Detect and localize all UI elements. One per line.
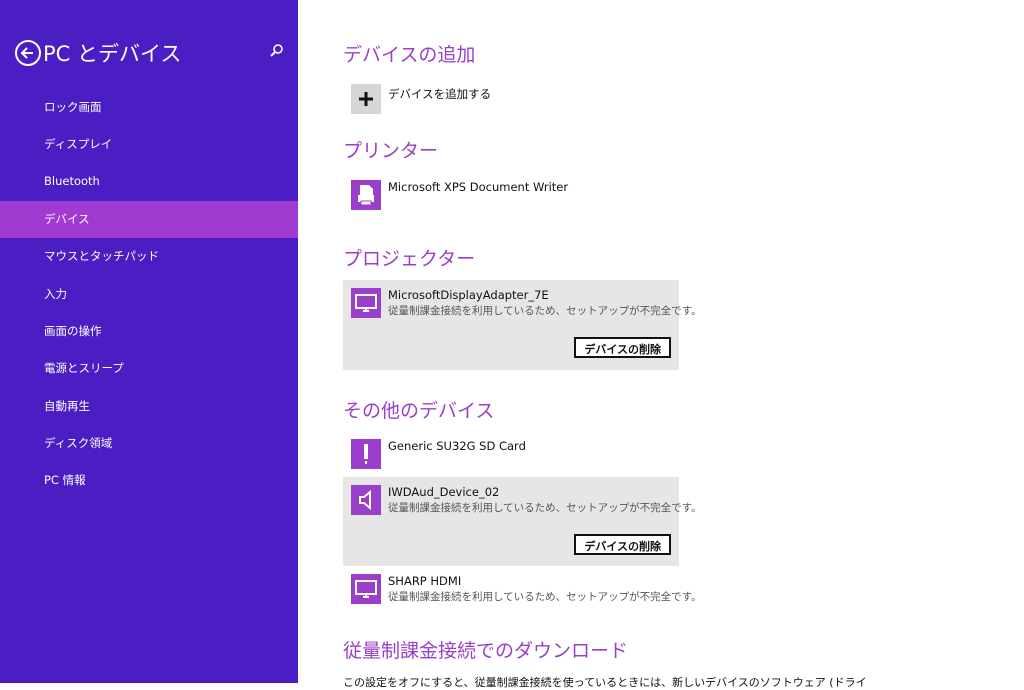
device-status: 従量制課金接続を利用しているため、セットアップが不完全です。 xyxy=(388,502,702,514)
sidebar-item-autoplay[interactable]: 自動再生 xyxy=(0,388,298,425)
sidebar-item-power-sleep[interactable]: 電源とスリープ xyxy=(0,350,298,387)
sidebar-item-label: ロック画面 xyxy=(44,100,102,114)
device-name: Generic SU32G SD Card xyxy=(388,439,526,453)
printer-icon xyxy=(351,180,381,210)
device-item-xps-writer[interactable]: Microsoft XPS Document Writer xyxy=(343,172,679,218)
sidebar-item-bluetooth[interactable]: Bluetooth xyxy=(0,164,298,201)
sidebar-item-label: ディスプレイ xyxy=(44,137,113,151)
device-item-sharp-hdmi[interactable]: SHARP HDMI 従量制課金接続を利用しているため、セットアップが不完全です… xyxy=(343,566,702,612)
device-name: Microsoft XPS Document Writer xyxy=(388,180,569,194)
back-arrow-icon[interactable] xyxy=(15,40,41,66)
sidebar-item-label: ディスク領域 xyxy=(44,436,113,450)
sidebar-item-mouse-touchpad[interactable]: マウスとタッチパッド xyxy=(0,238,298,275)
device-name: SHARP HDMI xyxy=(388,574,462,588)
add-devices-heading: デバイスの追加 xyxy=(343,44,476,66)
remove-device-button[interactable]: デバイスの削除 xyxy=(574,534,671,555)
device-item-display-adapter[interactable]: MicrosoftDisplayAdapter_7E 従量制課金接続を利用してい… xyxy=(343,280,702,370)
sidebar-item-lock-screen[interactable]: ロック画面 xyxy=(0,89,298,126)
sidebar-item-label: PC 情報 xyxy=(44,473,86,487)
sidebar-item-label: マウスとタッチパッド xyxy=(44,249,159,263)
sidebar-item-label: デバイス xyxy=(44,212,90,226)
device-status: 従量制課金接続を利用しているため、セットアップが不完全です。 xyxy=(388,305,702,317)
remove-device-button[interactable]: デバイスの削除 xyxy=(574,337,671,358)
sidebar-item-display[interactable]: ディスプレイ xyxy=(0,126,298,163)
device-name: MicrosoftDisplayAdapter_7E xyxy=(388,288,549,302)
plus-icon xyxy=(351,84,381,114)
metered-download-heading: 従量制課金接続でのダウンロード xyxy=(343,640,629,662)
printers-heading: プリンター xyxy=(343,140,439,162)
sidebar-item-devices[interactable]: デバイス xyxy=(0,201,298,238)
device-item-iwdaud[interactable]: IWDAud_Device_02 従量制課金接続を利用しているため、セットアップ… xyxy=(343,477,702,566)
sidebar: PC とデバイス ロック画面 ディスプレイ Bluetooth デバイス マウス… xyxy=(0,0,298,683)
add-device-button[interactable]: デバイスを追加する xyxy=(343,84,679,116)
sd-card-icon xyxy=(351,439,381,469)
device-item-sd-card[interactable]: Generic SU32G SD Card xyxy=(343,431,679,477)
sidebar-item-label: 電源とスリープ xyxy=(44,361,124,375)
sidebar-item-label: Bluetooth xyxy=(44,174,100,188)
metered-download-description: この設定をオフにすると、従量制課金接続を使っているときには、新しいデバイスのソフ… xyxy=(343,676,867,689)
add-device-label: デバイスを追加する xyxy=(388,87,492,101)
search-icon[interactable] xyxy=(268,42,286,60)
monitor-icon xyxy=(351,288,381,318)
sidebar-item-label: 自動再生 xyxy=(44,399,90,413)
main-content: デバイスの追加 デバイスを追加する プリンター Microsoft XPS Do… xyxy=(298,0,1024,689)
device-status: 従量制課金接続を利用しているため、セットアップが不完全です。 xyxy=(388,591,702,603)
projectors-heading: プロジェクター xyxy=(343,248,476,270)
sidebar-item-screen-operation[interactable]: 画面の操作 xyxy=(0,313,298,350)
sidebar-title: PC とデバイス xyxy=(43,42,182,66)
sidebar-item-label: 入力 xyxy=(44,287,67,301)
other-devices-heading: その他のデバイス xyxy=(343,400,495,422)
sidebar-item-label: 画面の操作 xyxy=(44,324,102,338)
device-name: IWDAud_Device_02 xyxy=(388,485,500,499)
sidebar-item-input[interactable]: 入力 xyxy=(0,276,298,313)
speaker-icon xyxy=(351,485,381,515)
monitor-icon xyxy=(351,574,381,604)
sidebar-item-pc-info[interactable]: PC 情報 xyxy=(0,462,298,499)
sidebar-item-disk-space[interactable]: ディスク領域 xyxy=(0,425,298,462)
